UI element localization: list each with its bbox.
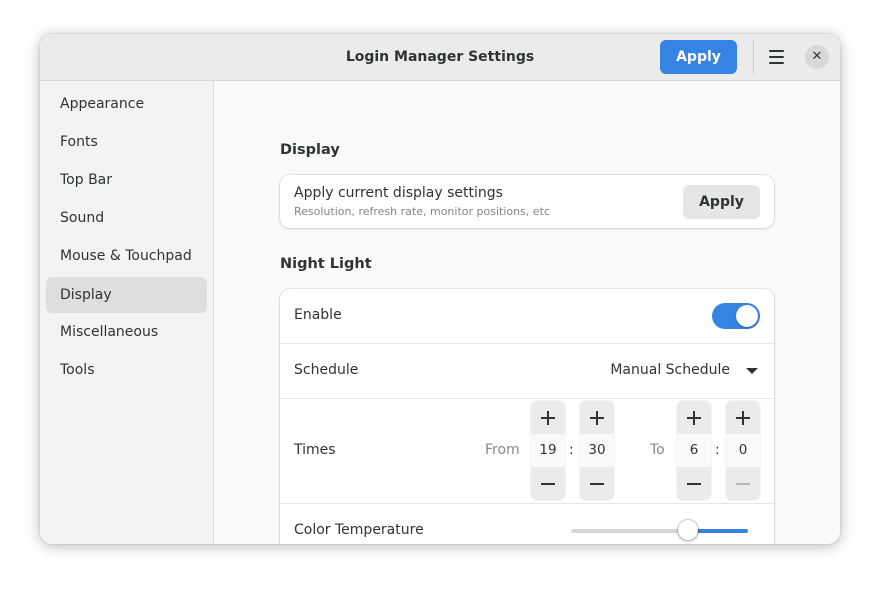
times-label: Times [294, 442, 336, 458]
night-light-section-title: Night Light [280, 256, 372, 272]
sidebar-item-miscellaneous[interactable]: Miscellaneous [46, 314, 207, 350]
color-temperature-label: Color Temperature [294, 522, 424, 538]
schedule-row[interactable]: Schedule Manual Schedule [280, 343, 774, 398]
sidebar-item-top-bar[interactable]: Top Bar [46, 162, 207, 198]
to-hour-value[interactable]: 6 [677, 434, 711, 467]
to-label: To [650, 442, 665, 458]
schedule-dropdown[interactable]: Manual Schedule [610, 362, 730, 378]
times-row: Times From 19 : 30 To 6: 0 [280, 398, 774, 503]
sidebar-item-tools[interactable]: Tools [46, 352, 207, 388]
from-hour-value[interactable]: 19 [531, 434, 565, 467]
apply-display-subtitle: Resolution, refresh rate, monitor positi… [294, 205, 550, 218]
apply-display-button[interactable]: Apply [683, 185, 760, 219]
header-bar: Login Manager Settings Apply ✕ [40, 34, 840, 81]
enable-switch[interactable] [712, 303, 760, 329]
sidebar-item-appearance[interactable]: Appearance [46, 86, 207, 122]
content-pane: Display Apply current display settings R… [214, 81, 840, 544]
to-separator: : [715, 442, 720, 458]
to-hour-increment-icon[interactable] [677, 401, 711, 434]
to-hour-decrement-icon[interactable] [677, 467, 711, 500]
sidebar-item-display[interactable]: Display [46, 277, 207, 313]
apply-display-title: Apply current display settings [294, 185, 503, 201]
to-minute-spinbutton: 0 [726, 401, 760, 500]
dropdown-arrow-icon[interactable] [746, 368, 758, 374]
to-minute-value[interactable]: 0 [726, 434, 760, 467]
header-separator [753, 40, 754, 74]
enable-label: Enable [294, 307, 342, 323]
display-card: Apply current display settings Resolutio… [280, 175, 774, 228]
from-label: From [485, 442, 520, 458]
from-minute-value[interactable]: 30 [580, 434, 614, 467]
sidebar-item-mouse-touchpad[interactable]: Mouse & Touchpad [46, 238, 207, 274]
sidebar-item-sound[interactable]: Sound [46, 200, 207, 236]
header-apply-button[interactable]: Apply [660, 40, 737, 74]
color-temperature-slider-knob[interactable] [678, 520, 698, 540]
schedule-label: Schedule [294, 362, 359, 378]
night-light-card: Enable Schedule Manual Schedule Times Fr… [280, 289, 774, 544]
display-section-title: Display [280, 142, 340, 158]
hamburger-menu-icon[interactable] [761, 43, 791, 71]
to-minute-increment-icon[interactable] [726, 401, 760, 434]
color-temperature-row: Color Temperature [280, 503, 774, 544]
sidebar: Appearance Fonts Top Bar Sound Mouse & T… [40, 81, 214, 544]
close-icon[interactable]: ✕ [805, 45, 829, 69]
from-hour-increment-icon[interactable] [531, 401, 565, 434]
from-hour-decrement-icon[interactable] [531, 467, 565, 500]
to-minute-decrement-icon[interactable] [726, 467, 760, 500]
settings-window: Login Manager Settings Apply ✕ Appearanc… [40, 34, 840, 544]
to-hour-spinbutton: 6 [677, 401, 711, 500]
enable-row: Enable [280, 289, 774, 343]
from-minute-decrement-icon[interactable] [580, 467, 614, 500]
from-minute-increment-icon[interactable] [580, 401, 614, 434]
from-minute-spinbutton: 30 [580, 401, 614, 500]
from-separator: : [569, 442, 574, 458]
sidebar-item-fonts[interactable]: Fonts [46, 124, 207, 160]
from-hour-spinbutton: 19 [531, 401, 565, 500]
switch-knob [736, 305, 758, 327]
